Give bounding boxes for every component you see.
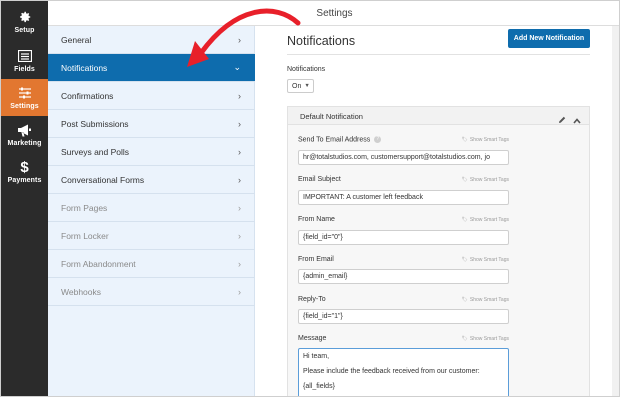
message-line: {all_fields} [303, 383, 335, 390]
box-header: Default Notification [288, 107, 589, 125]
show-smart-tags-link[interactable]: 🏷 Show Smart Tags [462, 257, 509, 263]
help-icon[interactable]: ? [374, 136, 382, 143]
box-title: Default Notification [300, 112, 363, 121]
from-name-label: From Name [298, 216, 335, 223]
builder-rail: Setup Fields Settings Marketing $ Paymen… [1, 1, 48, 396]
tags-icon: 🏷 [461, 257, 468, 263]
settings-subnav: General › Notifications ⌄ Confirmations › P… [48, 26, 255, 396]
tags-icon: 🏷 [461, 336, 468, 342]
show-smart-tags-link[interactable]: 🏷 Show Smart Tags [462, 297, 509, 303]
rail-item-marketing[interactable]: Marketing [1, 116, 48, 153]
subnav-item-general[interactable]: General › [48, 26, 255, 54]
divider [287, 54, 590, 55]
scrollbar[interactable] [612, 26, 619, 396]
rail-label-payments: Payments [7, 177, 42, 184]
select-value: On [292, 82, 302, 90]
subnav-item-confirmations[interactable]: Confirmations › [48, 82, 255, 110]
chevron-right-icon: › [238, 202, 241, 213]
subnav-item-form-pages[interactable]: Form Pages › [48, 194, 255, 222]
subnav-label: Form Locker [61, 230, 109, 241]
sliders-icon [18, 85, 32, 101]
subnav-label: Conversational Forms [61, 174, 145, 185]
subnav-label: Confirmations [61, 90, 114, 101]
tags-icon: 🏷 [461, 177, 468, 183]
gear-icon [18, 9, 32, 25]
reply-to-label: Reply-To [298, 296, 326, 303]
show-smart-tags-link[interactable]: 🏷 Show Smart Tags [462, 177, 509, 183]
top-bar: Settings [48, 1, 619, 26]
message-line: Please include the feedback received fro… [303, 368, 480, 375]
send-to-email-field[interactable]: hr@totalstudios.com, customersupport@tot… [298, 150, 509, 165]
subnav-label: Webhooks [61, 286, 102, 297]
subnav-item-webhooks[interactable]: Webhooks › [48, 278, 255, 306]
subnav-label: General [61, 34, 92, 45]
subnav-label: Surveys and Polls [61, 146, 130, 157]
from-email-label: From Email [298, 256, 334, 263]
email-subject-field[interactable]: IMPORTANT: A customer left feedback [298, 190, 509, 205]
rail-item-setup[interactable]: Setup [1, 3, 48, 40]
tags-icon: 🏷 [461, 137, 468, 143]
message-label: Message [298, 335, 327, 342]
subnav-label: Post Submissions [61, 118, 129, 129]
rail-item-settings[interactable]: Settings [1, 79, 48, 116]
notifications-panel: Notifications Add New Notification Notif… [255, 26, 619, 396]
from-name-field[interactable]: {field_id="0"} [298, 230, 509, 245]
rail-label-settings: Settings [10, 103, 39, 110]
reply-to-field[interactable]: {field_id="1"} [298, 309, 509, 324]
rail-item-fields[interactable]: Fields [1, 42, 48, 79]
rail-label-setup: Setup [14, 27, 35, 34]
edit-pencil-icon[interactable] [558, 111, 566, 129]
notifications-select[interactable]: On ▼ [287, 79, 314, 93]
caret-down-icon: ▼ [304, 83, 310, 89]
chevron-right-icon: › [238, 146, 241, 157]
notifications-toggle-label: Notifications [287, 66, 326, 73]
chevron-right-icon: › [238, 258, 241, 269]
show-smart-tags-link[interactable]: 🏷 Show Smart Tags [462, 217, 509, 223]
chevron-right-icon: › [238, 286, 241, 297]
chevron-right-icon: › [238, 90, 241, 101]
subnav-item-form-abandonment[interactable]: Form Abandonment › [48, 250, 255, 278]
tags-icon: 🏷 [461, 217, 468, 223]
fields-list-icon [17, 48, 32, 64]
message-textarea[interactable]: Hi team, Please include the feedback rec… [298, 348, 509, 396]
app-window: Setup Fields Settings Marketing $ Paymen… [0, 0, 620, 397]
send-to-label: Send To Email Address? [298, 136, 382, 143]
email-subject-label: Email Subject [298, 176, 341, 183]
subnav-item-surveys-polls[interactable]: Surveys and Polls › [48, 138, 255, 166]
page-title: Settings [316, 7, 353, 19]
from-email-field[interactable]: {admin_email} [298, 269, 509, 284]
panel-title: Notifications [287, 34, 356, 48]
add-new-notification-button[interactable]: Add New Notification [508, 29, 590, 48]
chevron-up-icon[interactable] [573, 111, 581, 129]
subnav-label: Form Abandonment [61, 258, 136, 269]
chevron-right-icon: › [238, 34, 241, 45]
rail-label-marketing: Marketing [7, 140, 42, 147]
rail-label-fields: Fields [14, 66, 35, 73]
chevron-right-icon: › [238, 230, 241, 241]
subnav-item-form-locker[interactable]: Form Locker › [48, 222, 255, 250]
chevron-right-icon: › [238, 174, 241, 185]
subnav-item-conversational-forms[interactable]: Conversational Forms › [48, 166, 255, 194]
show-smart-tags-link[interactable]: 🏷 Show Smart Tags [462, 137, 509, 143]
show-smart-tags-link[interactable]: 🏷 Show Smart Tags [462, 336, 509, 342]
message-line: Hi team, [303, 353, 330, 360]
box-actions [558, 111, 581, 129]
subnav-item-post-submissions[interactable]: Post Submissions › [48, 110, 255, 138]
tags-icon: 🏷 [461, 297, 468, 303]
megaphone-icon [17, 122, 32, 138]
chevron-down-icon: ⌄ [233, 62, 241, 72]
subnav-label: Notifications [61, 62, 108, 73]
dollar-icon: $ [20, 158, 29, 176]
rail-item-payments[interactable]: $ Payments [1, 153, 48, 190]
chevron-right-icon: › [238, 118, 241, 129]
subnav-item-notifications[interactable]: Notifications ⌄ [48, 54, 255, 82]
subnav-label: Form Pages [61, 202, 108, 213]
